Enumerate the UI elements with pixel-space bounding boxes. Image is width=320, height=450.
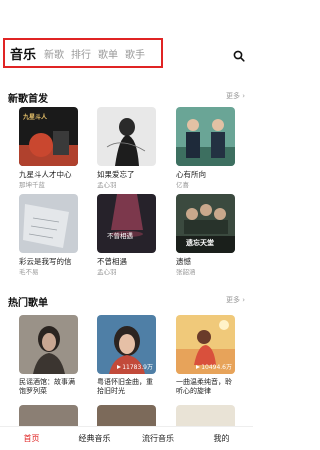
more-new-songs-link[interactable]: 更多 ›: [226, 91, 245, 101]
song-artist: 那坤千蓝: [19, 181, 45, 189]
song-cover: [176, 107, 235, 166]
playlist-cover-partial: [176, 405, 235, 426]
song-cover: 不曾相遇: [97, 194, 156, 253]
song-artist: 孟心羽: [97, 181, 117, 189]
song-cover: [19, 194, 78, 253]
play-icon: [196, 364, 201, 369]
bottom-nav: 首页 经典音乐 流行音乐 我的: [0, 426, 253, 450]
more-playlists-link[interactable]: 更多 ›: [226, 295, 245, 305]
playlist-title: 一曲温柔纯音，聆听心的旋律: [176, 378, 232, 395]
song-cover: [97, 107, 156, 166]
playlist-title: 民谣酒馆：故事满饱罗列菜: [19, 378, 75, 395]
song-cover: 九星斗人: [19, 107, 78, 166]
playlist-cover-partial: [97, 405, 156, 426]
song-card[interactable]: 九星斗人 九星斗人才中心 那坤千蓝: [19, 107, 78, 190]
song-card[interactable]: 不曾相遇 不曾相遇 孟心羽: [97, 194, 156, 277]
section-title-new-songs: 新歌首发: [8, 94, 48, 105]
music-tabs: 音乐 新歌 排行 歌单 歌手: [3, 38, 163, 68]
song-artist: 张韶涵: [176, 268, 196, 276]
play-count: 11783.9万: [122, 364, 153, 371]
tab-charts[interactable]: 排行: [71, 46, 91, 61]
cover-text: 遗忘天堂: [186, 239, 214, 247]
song-artist: 孟心羽: [97, 268, 117, 276]
playlist-card[interactable]: 10494.6万 一曲温柔纯音，聆听心的旋律: [176, 315, 235, 396]
play-count-badge: 11783.9万: [117, 362, 153, 371]
song-card[interactable]: 心有所向 亿喜: [176, 107, 235, 190]
song-artist: 亿喜: [176, 181, 189, 189]
playlist-card[interactable]: 11783.9万 粤语怀旧金曲，重拾旧时光: [97, 315, 156, 396]
tab-playlists[interactable]: 歌单: [98, 46, 118, 61]
song-card[interactable]: 彩云是我写的信 毛不易: [19, 194, 78, 277]
song-card[interactable]: 遗忘天堂 遗憾 张韶涵: [176, 194, 235, 277]
cover-text: 不曾相遇: [107, 232, 133, 240]
playlist-cover: 11783.9万: [97, 315, 156, 374]
song-title: 心有所向: [176, 170, 206, 179]
section-title-hot-playlists: 热门歌单: [8, 298, 48, 309]
playlist-card[interactable]: 民谣酒馆：故事满饱罗列菜: [19, 315, 78, 396]
song-title: 遗憾: [176, 257, 191, 266]
song-cover: 遗忘天堂: [176, 194, 235, 253]
tab-new-songs[interactable]: 新歌: [44, 46, 64, 61]
nav-mine[interactable]: 我的: [190, 433, 253, 444]
song-title: 不曾相遇: [97, 257, 127, 266]
tab-music[interactable]: 音乐: [10, 44, 36, 63]
search-icon[interactable]: [233, 50, 245, 62]
cover-text: 九星斗人: [23, 114, 48, 121]
playlist-title: 粤语怀旧金曲，重拾旧时光: [97, 378, 153, 395]
song-title: 如果爱忘了: [97, 170, 135, 179]
play-count: 10494.6万: [201, 364, 232, 371]
playlist-cover: 10494.6万: [176, 315, 235, 374]
song-artist: 毛不易: [19, 268, 39, 276]
song-card[interactable]: 如果爱忘了 孟心羽: [97, 107, 156, 190]
playlist-cover: [19, 315, 78, 374]
nav-pop-music[interactable]: 流行音乐: [126, 433, 190, 444]
play-count-badge: 10494.6万: [196, 362, 232, 371]
song-title: 彩云是我写的信: [19, 257, 72, 266]
playlist-cover-partial: [19, 405, 78, 426]
tab-artists[interactable]: 歌手: [125, 46, 145, 61]
nav-home[interactable]: 首页: [0, 433, 63, 444]
song-title: 九星斗人才中心: [19, 170, 72, 179]
play-icon: [117, 364, 122, 369]
nav-classic-music[interactable]: 经典音乐: [63, 433, 126, 444]
